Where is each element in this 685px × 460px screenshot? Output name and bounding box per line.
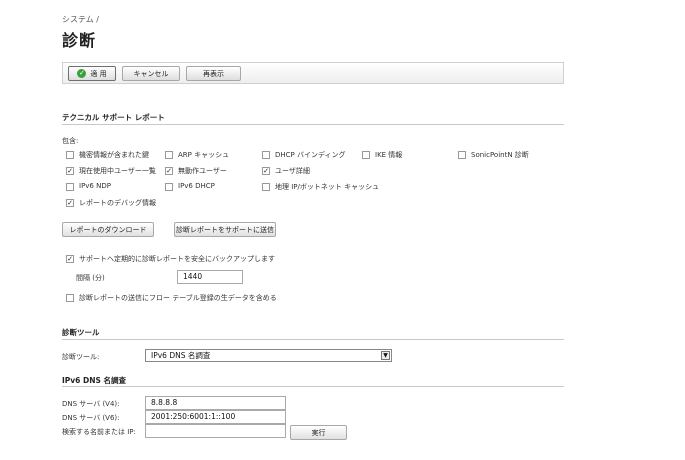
apply-button[interactable]: ✓ 適 用 <box>68 66 116 81</box>
option-checkbox-arp-cache[interactable] <box>165 151 173 159</box>
option-checkbox-inactive-users[interactable]: ✓ <box>165 167 173 175</box>
option-label-ike-info: IKE 情報 <box>375 151 403 159</box>
periodic-backup-option[interactable]: ✓ サポートへ定期的に診断レポートを安全にバックアップします <box>66 254 366 264</box>
refresh-button-label: 再表示 <box>203 69 224 78</box>
send-report-button[interactable]: 診断レポートをサポートに送信 <box>174 222 276 237</box>
lookup-input[interactable] <box>145 424 286 438</box>
page-title: 診断 <box>62 31 97 50</box>
option-checkbox-user-details[interactable]: ✓ <box>262 167 270 175</box>
tools-heading: 診断ツール <box>62 328 100 337</box>
cancel-button[interactable]: キャンセル <box>122 66 180 81</box>
option-label-report-debug-info: レポートのデバッグ情報 <box>79 199 156 207</box>
tools-divider <box>62 339 564 340</box>
option-current-users[interactable]: ✓ 現在使用中ユーザー一覧 <box>66 166 161 176</box>
option-checkbox-sonicpointn-diagnostics[interactable] <box>458 151 466 159</box>
lookup-label: 検索する名前または IP: <box>62 428 136 436</box>
option-label-arp-cache: ARP キャッシュ <box>178 151 230 159</box>
option-ipv6-dhcp[interactable]: IPv6 DHCP <box>165 182 260 192</box>
option-checkbox-current-users[interactable]: ✓ <box>66 167 74 175</box>
apply-button-label: 適 用 <box>90 69 107 78</box>
checkmark-icon: ✓ <box>77 69 87 78</box>
include-flow-option[interactable]: 診断レポートの送信にフロー テーブル登録の生データを含める <box>66 293 366 303</box>
option-checkbox-ipv6-ndp[interactable] <box>66 183 74 191</box>
tool-select[interactable]: IPv6 DNS 名調査 ▼ <box>145 349 392 362</box>
refresh-button[interactable]: 再表示 <box>186 66 241 81</box>
dns-heading: IPv6 DNS 名調査 <box>62 376 127 385</box>
option-sensitive-keys[interactable]: 機密情報が含まれた鍵 <box>66 150 161 160</box>
option-label-geoip-botnet-cache: 地理 IP/ボットネット キャッシュ <box>275 183 380 191</box>
go-button[interactable]: 実行 <box>290 425 347 440</box>
option-checkbox-sensitive-keys[interactable] <box>66 151 74 159</box>
dropdown-arrow-icon[interactable]: ▼ <box>381 351 390 360</box>
dns-v6-input[interactable]: 2001:250:6001:1::100 <box>145 410 286 424</box>
option-ipv6-ndp[interactable]: IPv6 NDP <box>66 182 161 192</box>
option-label-ipv6-dhcp: IPv6 DHCP <box>178 182 215 190</box>
option-label-dhcp-bindings: DHCP バインディング <box>275 151 346 159</box>
option-label-user-details: ユーザ詳細 <box>275 167 310 175</box>
option-sonicpointn-diagnostics[interactable]: SonicPointN 診断 <box>458 150 553 160</box>
dns-v4-label: DNS サーバ (V4): <box>62 400 120 408</box>
option-inactive-users[interactable]: ✓ 無動作ユーザー <box>165 166 260 176</box>
option-checkbox-ipv6-dhcp[interactable] <box>165 183 173 191</box>
option-label-sensitive-keys: 機密情報が含まれた鍵 <box>79 151 149 159</box>
dns-divider <box>62 386 564 387</box>
include-flow-label: 診断レポートの送信にフロー テーブル登録の生データを含める <box>79 294 277 302</box>
tool-label: 診断ツール: <box>62 353 100 361</box>
dns-v6-label: DNS サーバ (V6): <box>62 414 120 422</box>
option-label-current-users: 現在使用中ユーザー一覧 <box>79 167 156 175</box>
option-report-debug-info[interactable]: ✓ レポートのデバッグ情報 <box>66 198 161 208</box>
option-dhcp-bindings[interactable]: DHCP バインディング <box>262 150 357 160</box>
interval-label: 間隔 (分) <box>76 274 105 282</box>
include-label: 包含: <box>62 137 79 145</box>
download-report-button[interactable]: レポートのダウンロード <box>62 222 154 237</box>
option-user-details[interactable]: ✓ ユーザ詳細 <box>262 166 357 176</box>
download-report-label: レポートのダウンロード <box>69 225 147 234</box>
go-button-label: 実行 <box>311 428 326 437</box>
breadcrumb: システム / <box>62 15 99 24</box>
tool-select-value: IPv6 DNS 名調査 <box>151 351 211 360</box>
option-arp-cache[interactable]: ARP キャッシュ <box>165 150 260 160</box>
toolbar: ✓ 適 用 キャンセル 再表示 <box>62 62 564 84</box>
option-label-ipv6-ndp: IPv6 NDP <box>79 182 111 190</box>
cancel-button-label: キャンセル <box>133 69 169 78</box>
tsr-heading: テクニカル サポート レポート <box>62 113 165 122</box>
tsr-divider <box>62 124 564 125</box>
include-flow-checkbox[interactable] <box>66 294 74 302</box>
periodic-backup-checkbox[interactable]: ✓ <box>66 255 74 263</box>
option-checkbox-geoip-botnet-cache[interactable] <box>262 183 270 191</box>
option-checkbox-dhcp-bindings[interactable] <box>262 151 270 159</box>
periodic-backup-label: サポートへ定期的に診断レポートを安全にバックアップします <box>79 255 275 263</box>
option-geoip-botnet-cache[interactable]: 地理 IP/ボットネット キャッシュ <box>262 182 379 192</box>
option-checkbox-report-debug-info[interactable]: ✓ <box>66 199 74 207</box>
option-ike-info[interactable]: IKE 情報 <box>362 150 457 160</box>
option-checkbox-ike-info[interactable] <box>362 151 370 159</box>
option-label-inactive-users: 無動作ユーザー <box>178 167 227 175</box>
dns-v4-input[interactable]: 8.8.8.8 <box>145 396 286 410</box>
option-label-sonicpointn-diagnostics: SonicPointN 診断 <box>471 151 529 159</box>
interval-input[interactable]: 1440 <box>177 270 243 284</box>
send-report-label: 診断レポートをサポートに送信 <box>176 225 274 234</box>
